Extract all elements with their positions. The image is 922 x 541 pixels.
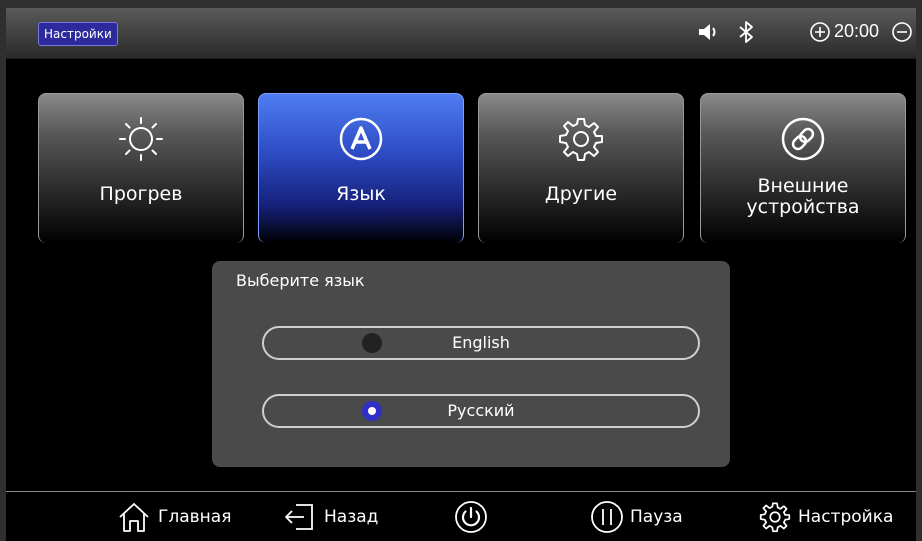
sun-icon bbox=[119, 117, 163, 161]
language-option-russian[interactable]: Русский bbox=[262, 394, 700, 428]
pause-label: Пауза bbox=[630, 507, 683, 527]
speaker-icon[interactable] bbox=[696, 20, 720, 44]
pause-icon bbox=[591, 501, 623, 533]
pause-button[interactable]: Пауза bbox=[590, 492, 683, 541]
home-button[interactable]: Главная bbox=[116, 492, 231, 541]
bottom-nav: Главная Назад Пауза Настройка bbox=[6, 491, 916, 541]
link-icon bbox=[781, 117, 825, 161]
tab-other[interactable]: Другие bbox=[478, 93, 684, 243]
exit-icon bbox=[285, 504, 313, 530]
home-icon bbox=[119, 503, 149, 532]
tab-warmup[interactable]: Прогрев bbox=[38, 93, 244, 243]
option-label: English bbox=[452, 333, 510, 352]
panel-title: Выберите язык bbox=[236, 271, 365, 290]
settings-button[interactable]: Настройка bbox=[758, 492, 893, 541]
settings-label: Настройка bbox=[798, 507, 894, 527]
page-title: Настройки bbox=[38, 22, 118, 46]
status-bar: Настройки 20:00 bbox=[6, 8, 916, 59]
tab-label: Другие bbox=[544, 183, 618, 205]
tab-label: Прогрев bbox=[99, 183, 183, 205]
zoom-in-icon[interactable] bbox=[808, 20, 832, 44]
home-label: Главная bbox=[158, 507, 232, 527]
tab-label: Язык bbox=[336, 183, 386, 205]
tab-label: Внешние устройства bbox=[746, 175, 860, 218]
language-panel: Выберите язык English Русский bbox=[212, 261, 730, 467]
tab-language[interactable]: Язык bbox=[258, 93, 464, 243]
power-icon bbox=[455, 501, 487, 533]
device-frame: Настройки 20:00 Прогрев Язык Другие Внеш… bbox=[0, 0, 922, 541]
back-label: Назад bbox=[324, 507, 379, 527]
bluetooth-icon[interactable] bbox=[734, 20, 758, 44]
screen: Настройки 20:00 Прогрев Язык Другие Внеш… bbox=[6, 8, 916, 541]
letter-a-icon bbox=[339, 117, 383, 161]
back-button[interactable]: Назад bbox=[282, 492, 378, 541]
gear-icon bbox=[559, 118, 603, 161]
option-label: Русский bbox=[447, 401, 515, 420]
clock: 20:00 bbox=[834, 21, 880, 41]
zoom-out-icon[interactable] bbox=[890, 20, 914, 44]
tab-external-devices[interactable]: Внешние устройства bbox=[700, 93, 906, 243]
gear-icon bbox=[759, 502, 791, 533]
power-button[interactable] bbox=[454, 492, 494, 541]
language-option-english[interactable]: English bbox=[262, 326, 700, 360]
